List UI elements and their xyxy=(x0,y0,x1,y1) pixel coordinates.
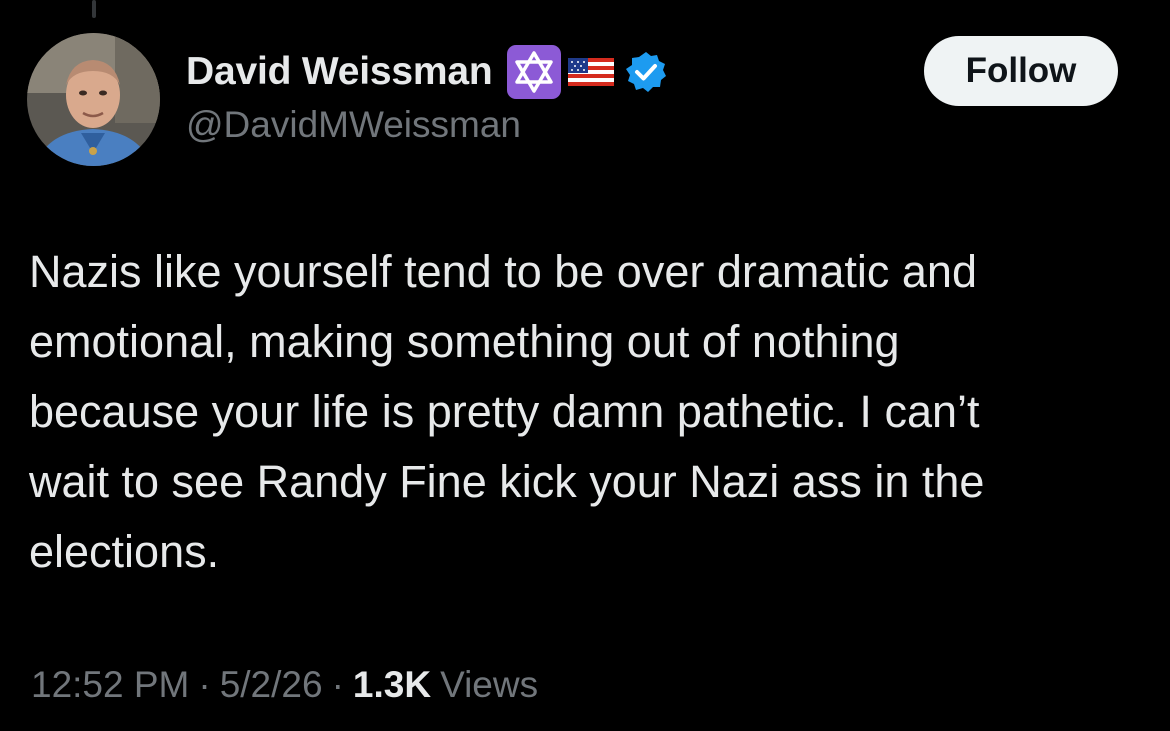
author-display-name[interactable]: David Weissman xyxy=(186,50,493,94)
tweet-metadata: 12:52 PM · 5/2/26 · 1.3K Views xyxy=(31,664,538,706)
meta-separator: · xyxy=(198,664,211,705)
author-name-row: David Weissman xyxy=(186,44,668,100)
tweet-date[interactable]: 5/2/26 xyxy=(220,664,323,706)
verified-badge-icon[interactable] xyxy=(624,50,668,94)
us-flag-emoji-icon xyxy=(568,58,615,86)
follow-button[interactable]: Follow xyxy=(924,36,1118,106)
views-count[interactable]: 1.3K xyxy=(353,664,431,706)
tweet-time[interactable]: 12:52 PM xyxy=(31,664,189,706)
avatar[interactable] xyxy=(27,33,160,166)
star-of-david-emoji-icon xyxy=(506,44,562,100)
thread-connector-line xyxy=(92,0,96,18)
meta-separator: · xyxy=(331,664,344,705)
views-label[interactable]: Views xyxy=(440,664,538,706)
author-handle[interactable]: @DavidMWeissman xyxy=(186,104,521,146)
tweet-text: Nazis like yourself tend to be over dram… xyxy=(29,246,985,577)
avatar-image xyxy=(27,33,160,166)
